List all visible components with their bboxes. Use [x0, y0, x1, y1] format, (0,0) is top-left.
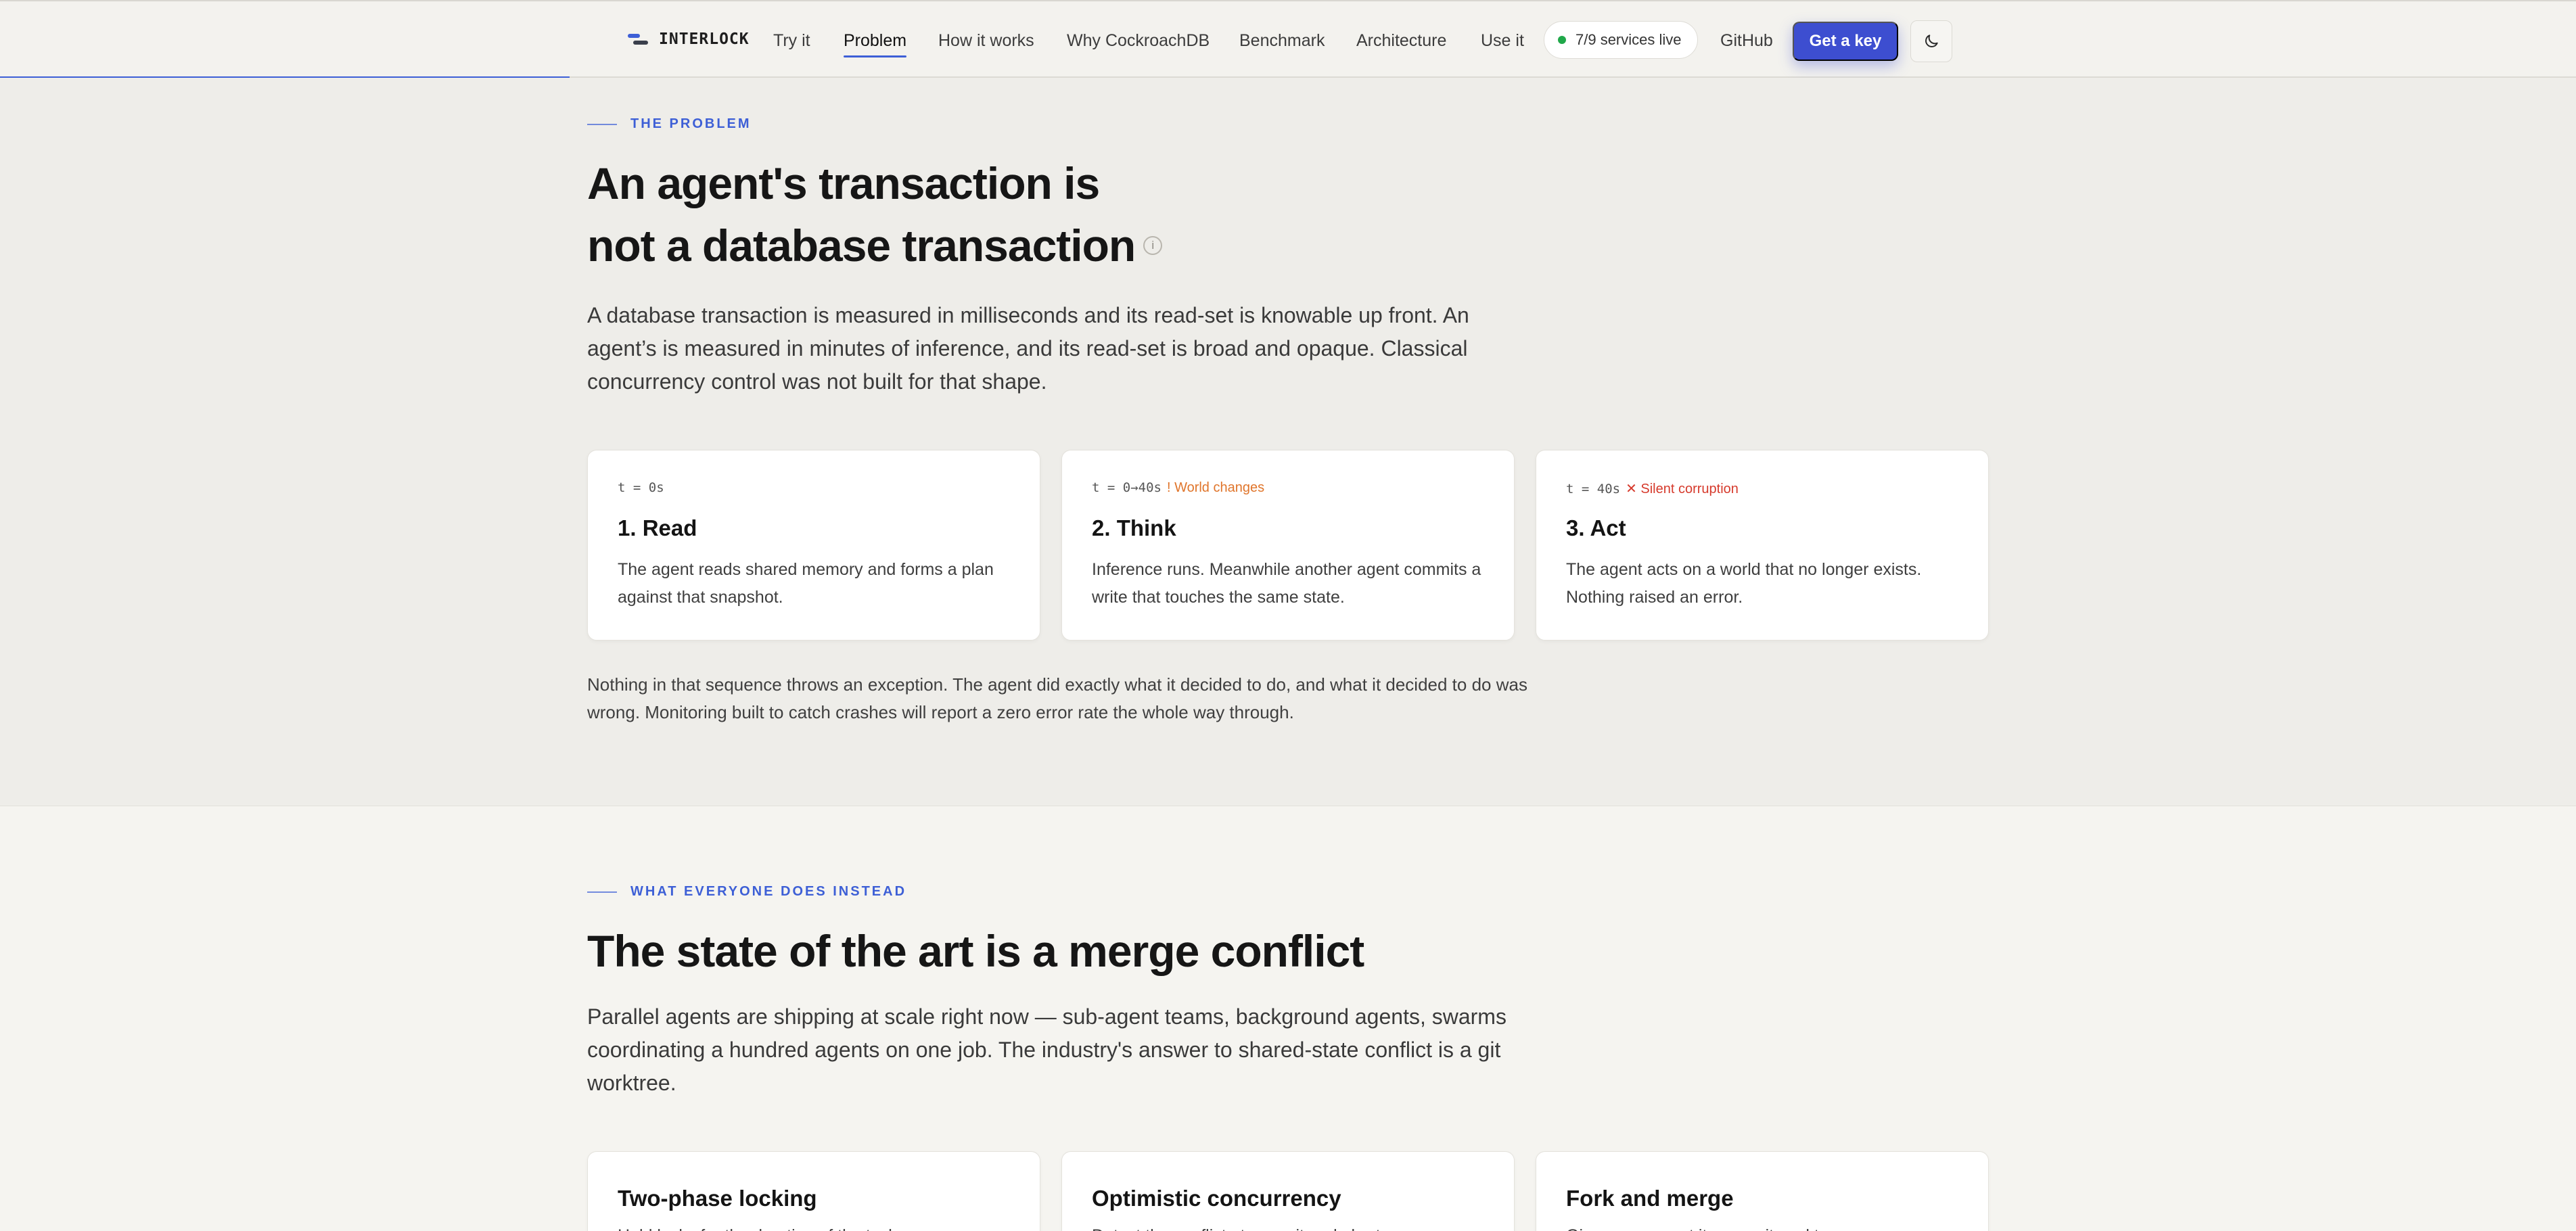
approach-card-two-phase-locking: Two-phase locking Hold locks for the dur…: [587, 1151, 1040, 1231]
approach-card-fork-and-merge: Fork and merge Give every agent its own …: [1536, 1151, 1989, 1231]
services-status-badge[interactable]: 7/9 services live: [1544, 21, 1698, 59]
alternatives-eyebrow: WHAT EVERYONE DOES INSTEAD: [587, 884, 906, 900]
alternatives-section: WHAT EVERYONE DOES INSTEAD The state of …: [0, 806, 2576, 1231]
card-title: Two-phase locking: [618, 1186, 817, 1211]
nav-item-how-it-works[interactable]: How it works: [938, 31, 1034, 51]
services-status-text: 7/9 services live: [1576, 31, 1682, 48]
card-description: The agent reads shared memory and forms …: [618, 560, 994, 607]
nav-item-problem[interactable]: Problem: [844, 31, 907, 57]
eyebrow-line: [587, 891, 617, 893]
brand[interactable]: INTERLOCK: [628, 30, 750, 49]
approach-card-optimistic-concurrency: Optimistic concurrency Detect the confli…: [1061, 1151, 1515, 1231]
theme-toggle-button[interactable]: [1910, 20, 1952, 62]
alternatives-title: The state of the art is a merge conflict: [587, 926, 1364, 976]
card-title: 1. Read: [618, 515, 697, 540]
card-time: t = 0→40s! World changes: [1092, 480, 1265, 495]
problem-lede: A database transaction is measured in mi…: [587, 303, 1469, 394]
card-time: t = 0s: [618, 480, 664, 495]
timeline-card-think: t = 0→40s! World changes 2. Think Infere…: [1061, 450, 1515, 641]
problem-note: Nothing in that sequence throws an excep…: [587, 674, 1527, 722]
moon-icon: [1925, 34, 1938, 47]
card-description: Give every agent its own git worktree.: [1566, 1222, 1972, 1231]
alternatives-eyebrow-text: WHAT EVERYONE DOES INSTEAD: [630, 884, 907, 899]
problem-title: An agent's transaction is not a database…: [587, 152, 1163, 277]
card-time: t = 40s ✕ Silent corruption: [1566, 482, 1739, 496]
card-description: The agent acts on a world that no longer…: [1566, 560, 1922, 607]
timeline-card-act: t = 40s ✕ Silent corruption 3. Act The ag…: [1536, 450, 1989, 641]
timeline-card-read: t = 0s 1. Read The agent reads shared me…: [587, 450, 1040, 641]
nav-item-try-it[interactable]: Try it: [773, 31, 810, 51]
problem-eyebrow: THE PROBLEM: [587, 116, 752, 132]
card-title: Optimistic concurrency: [1092, 1186, 1341, 1211]
card-description: Inference runs. Meanwhile another agent …: [1092, 560, 1481, 607]
card-description: Hold locks for the duration of the task.: [618, 1222, 1024, 1231]
eyebrow-line: [587, 123, 617, 125]
github-link[interactable]: GitHub: [1720, 31, 1773, 51]
card-title: Fork and merge: [1566, 1186, 1734, 1211]
nav-item-why-cockroachdb[interactable]: Why CockroachDB: [1067, 31, 1210, 51]
problem-title-line1: An agent's transaction is: [587, 158, 1100, 208]
problem-section: THE PROBLEM An agent's transaction is no…: [0, 78, 2576, 806]
brand-name: INTERLOCK: [659, 30, 750, 48]
info-icon[interactable]: i: [1143, 235, 1163, 255]
get-a-key-button[interactable]: Get a key: [1793, 22, 1898, 61]
nav-item-use-it[interactable]: Use it: [1481, 31, 1524, 51]
card-title: 3. Act: [1566, 515, 1626, 540]
card-title: 2. Think: [1092, 515, 1176, 540]
warning-flag: ! World changes: [1166, 480, 1265, 495]
nav-item-architecture[interactable]: Architecture: [1356, 31, 1446, 51]
problem-title-line2: not a database transaction: [587, 220, 1136, 271]
alternatives-lede: Parallel agents are shipping at scale ri…: [587, 1004, 1506, 1095]
status-dot-icon: [1558, 36, 1566, 44]
card-description: Detect the conflict at commit and abort.: [1092, 1222, 1498, 1231]
logo-icon: [628, 30, 649, 49]
problem-eyebrow-text: THE PROBLEM: [630, 116, 752, 131]
error-flag: ✕ Silent corruption: [1626, 482, 1739, 496]
nav-item-benchmark[interactable]: Benchmark: [1239, 31, 1325, 51]
site-header: INTERLOCK Try it Problem How it works Wh…: [0, 1, 2576, 78]
